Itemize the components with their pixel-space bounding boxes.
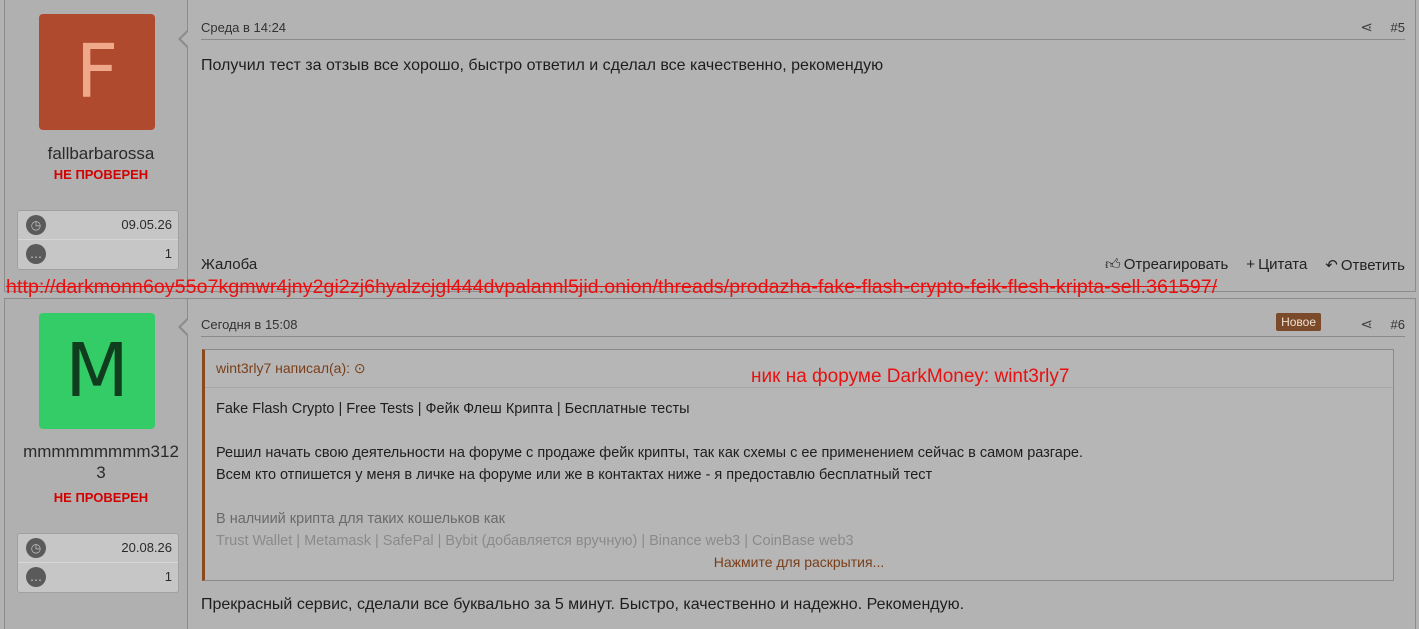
quote-label: Цитата: [1258, 256, 1308, 273]
username[interactable]: fallbarbarossa: [13, 143, 189, 164]
quote-button[interactable]: + Цитата: [1246, 256, 1307, 274]
user-stats: ◷ 20.08.26 … 1: [17, 533, 179, 593]
avatar-letter: M: [65, 328, 129, 414]
url-overlay: http://darkmonn6oy55o7kgmwr4jny2gi2zj6hy…: [6, 276, 1218, 298]
quote-author[interactable]: wint3rly7 написал(а): ⊙: [216, 360, 366, 377]
username-line2: 3: [96, 463, 106, 482]
post-content: Сегодня в 15:08 Новое ⋖ #6 wint3rly7 нап…: [188, 298, 1416, 629]
post-6: M mmmmmmmmm312 3 НЕ ПРОВЕРЕН ◷ 20.08.26 …: [0, 298, 1419, 629]
avatar[interactable]: F: [39, 14, 155, 130]
report-link[interactable]: Жалоба: [201, 256, 257, 273]
user-sidebar: M mmmmmmmmm312 3 НЕ ПРОВЕРЕН ◷ 20.08.26 …: [4, 298, 188, 629]
nick-annotation: ник на форуме DarkMoney: wint3rly7: [751, 366, 1070, 387]
message-count: 1: [164, 569, 172, 584]
post-message: Прекрасный сервис, сделали все буквально…: [201, 596, 965, 613]
username-line1: mmmmmmmmm312: [23, 442, 179, 461]
status-badge: НЕ ПРОВЕРЕН: [53, 167, 149, 182]
stat-messages: … 1: [18, 240, 178, 269]
quote-header: wint3rly7 написал(а): ⊙ ник на форуме Da…: [205, 350, 1393, 388]
plus-icon: +: [1246, 256, 1256, 273]
username[interactable]: mmmmmmmmm312 3: [13, 441, 189, 483]
reply-button[interactable]: ↶ Ответить: [1325, 256, 1405, 274]
user-stats: ◷ 09.05.26 … 1: [17, 210, 179, 270]
stat-messages: … 1: [18, 563, 178, 592]
clock-icon: ◷: [26, 215, 46, 235]
quote-line: Всем кто отпишется у меня в личке на фор…: [216, 467, 933, 483]
stat-joined: ◷ 20.08.26: [18, 534, 178, 563]
post-meta: Среда в 14:24 ⋖ #5: [201, 18, 1405, 40]
quote-expand-link[interactable]: Нажмите для раскрытия...: [205, 554, 1393, 570]
quote-line: В налчиий крипта для таких кошельков как: [216, 511, 505, 527]
post-5: F fallbarbarossa НЕ ПРОВЕРЕН ◷ 09.05.26 …: [0, 0, 1419, 292]
avatar[interactable]: M: [39, 313, 155, 429]
status-badge: НЕ ПРОВЕРЕН: [53, 490, 149, 505]
quote-line: Trust Wallet | Metamask | SafePal | Bybi…: [216, 533, 854, 549]
chat-icon: …: [26, 244, 46, 264]
quote-block: wint3rly7 написал(а): ⊙ ник на форуме Da…: [202, 349, 1394, 581]
share-icon[interactable]: ⋖: [1360, 18, 1373, 36]
thumbs-up-icon: 👍︎: [1105, 256, 1121, 273]
post-number[interactable]: #6: [1391, 317, 1405, 332]
quote-body: Fake Flash Crypto | Free Tests | Фейк Фл…: [216, 398, 1383, 552]
post-date[interactable]: Среда в 14:24: [201, 20, 286, 35]
quote-author-text: wint3rly7 написал(а):: [216, 360, 351, 376]
chat-icon: …: [26, 567, 46, 587]
react-label: Отреагировать: [1123, 256, 1229, 273]
user-sidebar: F fallbarbarossa НЕ ПРОВЕРЕН ◷ 09.05.26 …: [4, 0, 188, 292]
joined-date: 20.08.26: [121, 540, 172, 555]
quote-line: Fake Flash Crypto | Free Tests | Фейк Фл…: [216, 401, 690, 417]
clock-icon: ◷: [26, 538, 46, 558]
react-button[interactable]: 👍︎ Отреагировать: [1105, 256, 1228, 274]
avatar-letter: F: [75, 29, 119, 115]
reply-icon: ↶: [1325, 257, 1338, 274]
post-actions: Жалоба 👍︎ Отреагировать + Цитата ↶ Ответить: [201, 256, 1405, 278]
post-meta: Сегодня в 15:08 Новое ⋖ #6: [201, 313, 1405, 337]
post-date[interactable]: Сегодня в 15:08: [201, 317, 297, 332]
reply-label: Ответить: [1340, 257, 1405, 274]
message-count: 1: [164, 246, 172, 261]
post-message: Получил тест за отзыв все хорошо, быстро…: [201, 57, 884, 74]
stat-joined: ◷ 09.05.26: [18, 211, 178, 240]
post-action-buttons: 👍︎ Отреагировать + Цитата ↶ Ответить: [1105, 256, 1405, 274]
joined-date: 09.05.26: [121, 217, 172, 232]
arrow-up-circle-icon[interactable]: ⊙: [354, 360, 366, 376]
post-number[interactable]: #5: [1391, 20, 1405, 35]
quote-line: Решил начать свою деятельности на форуме…: [216, 445, 1083, 461]
post-content: Среда в 14:24 ⋖ #5 Получил тест за отзыв…: [188, 0, 1416, 292]
share-icon[interactable]: ⋖: [1360, 315, 1373, 333]
new-badge: Новое: [1276, 313, 1321, 331]
